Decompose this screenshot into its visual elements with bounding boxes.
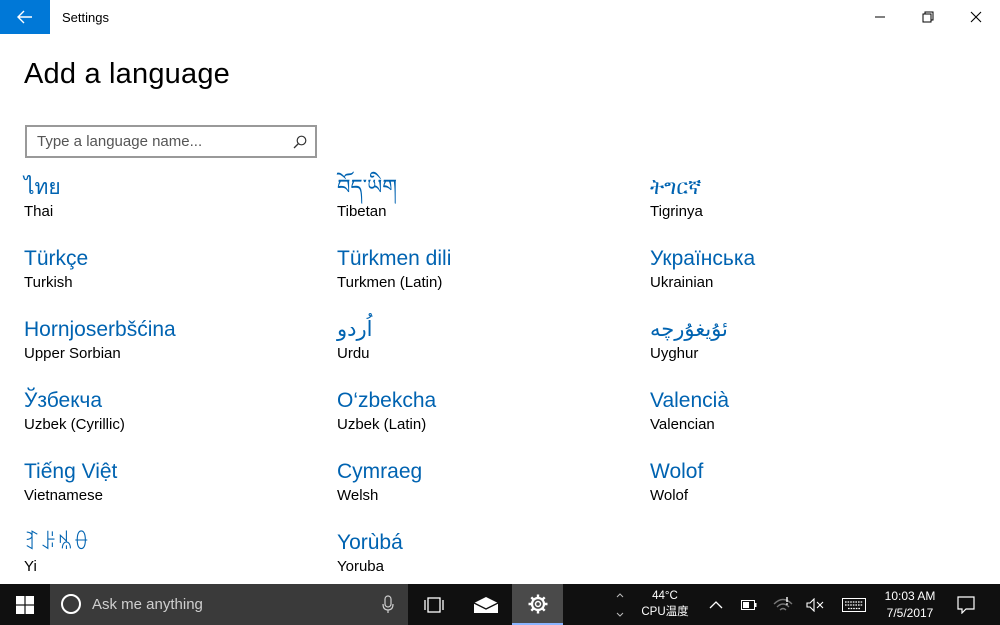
cpu-temperature-widget[interactable]: 44°C CPU温度 — [630, 588, 700, 620]
show-hidden-icons-button[interactable] — [703, 584, 729, 625]
minimize-icon — [875, 16, 885, 18]
language-native-name: Wolof — [650, 460, 704, 483]
language-english-name: Welsh — [337, 487, 379, 504]
cortana-placeholder: Ask me anything — [92, 596, 203, 613]
language-item[interactable]: اُردو Urdu — [337, 313, 650, 384]
language-list: ไทย Thai བོད་ཡིག Tibetan ትግርኛ Tigrinya Türkçe T… — [24, 171, 984, 581]
language-search-input[interactable] — [37, 127, 287, 156]
language-native-name: ꆈꌠꁱꂷ — [24, 531, 90, 554]
back-arrow-icon — [17, 10, 32, 24]
windows-logo-icon — [16, 595, 34, 614]
language-english-name: Ukrainian — [650, 274, 714, 291]
language-english-name: Vietnamese — [24, 487, 103, 504]
language-native-name: Hornjoserbšćina — [24, 318, 176, 341]
language-english-name: Wolof — [650, 487, 689, 504]
touch-keyboard-button[interactable] — [838, 584, 870, 625]
wifi-icon — [773, 596, 793, 610]
action-center-button[interactable] — [950, 584, 982, 625]
volume-muted-icon — [806, 597, 824, 612]
language-native-name: Yorùbá — [337, 531, 403, 554]
language-native-name: ไทย — [24, 176, 61, 199]
search-icon[interactable] — [293, 135, 307, 149]
tray-scroll-arrows[interactable] — [615, 584, 625, 625]
clock-date: 7/5/2017 — [886, 606, 934, 620]
language-item[interactable]: བོད་ཡིག Tibetan — [337, 171, 650, 242]
window-title: Settings — [62, 10, 109, 25]
cpu-temperature-label: CPU温度 — [641, 606, 689, 618]
title-bar: Settings — [0, 0, 1000, 34]
clock-button[interactable]: 10:03 AM 7/5/2017 — [872, 588, 948, 622]
close-icon — [970, 11, 982, 23]
start-button[interactable] — [0, 584, 50, 625]
mail-app-button[interactable] — [460, 584, 511, 625]
chevron-up-down-icon — [616, 592, 624, 617]
language-english-name: Thai — [24, 203, 54, 220]
language-item[interactable]: Valencià Valencian — [650, 384, 963, 455]
taskbar: Ask me anything 44°C CPU温度 10:03 AM 7/5/… — [0, 584, 1000, 625]
chevron-up-icon — [709, 600, 723, 608]
language-item[interactable]: O‘zbekcha Uzbek (Latin) — [337, 384, 650, 455]
language-english-name: Upper Sorbian — [24, 345, 121, 362]
language-search-box[interactable] — [25, 125, 317, 158]
language-native-name: Türkmen dili — [337, 247, 452, 270]
gear-icon — [528, 594, 547, 613]
language-item[interactable]: Tiếng Việt Vietnamese — [24, 455, 337, 526]
task-view-button[interactable] — [408, 584, 459, 625]
mail-icon — [473, 596, 498, 613]
language-native-name: ትግርኛ — [650, 176, 702, 199]
language-native-name: Ўзбекча — [24, 389, 103, 412]
battery-button[interactable] — [736, 584, 762, 625]
language-item[interactable]: Cymraeg Welsh — [337, 455, 650, 526]
language-english-name: Yoruba — [337, 558, 384, 575]
battery-icon — [741, 599, 757, 610]
language-native-name: Valencià — [650, 389, 729, 412]
touch-keyboard-icon — [842, 597, 866, 612]
minimize-button[interactable] — [856, 0, 904, 34]
language-english-name: Valencian — [650, 416, 715, 433]
language-english-name: Tibetan — [337, 203, 387, 220]
language-native-name: Türkçe — [24, 247, 89, 270]
network-button[interactable] — [768, 584, 798, 625]
language-item[interactable]: Ўзбекча Uzbek (Cyrillic) — [24, 384, 337, 455]
language-item[interactable]: Hornjoserbšćina Upper Sorbian — [24, 313, 337, 384]
language-english-name: Uzbek (Latin) — [337, 416, 427, 433]
restore-icon — [922, 11, 934, 23]
language-native-name: Cymraeg — [337, 460, 423, 483]
cpu-temperature-value: 44°C — [652, 590, 678, 602]
language-item[interactable]: ትግርኛ Tigrinya — [650, 171, 963, 242]
task-view-icon — [423, 596, 444, 613]
language-english-name: Yi — [24, 558, 37, 575]
language-item[interactable]: ئۇيغۇرچە Uyghur — [650, 313, 963, 384]
language-english-name: Tigrinya — [650, 203, 703, 220]
close-button[interactable] — [952, 0, 1000, 34]
language-native-name: བོད་ཡིག — [337, 176, 398, 199]
microphone-icon[interactable] — [382, 595, 394, 614]
language-english-name: Turkish — [24, 274, 73, 291]
language-native-name: O‘zbekcha — [337, 389, 437, 412]
back-button[interactable] — [0, 0, 50, 34]
language-english-name: Turkmen (Latin) — [337, 274, 443, 291]
language-english-name: Urdu — [337, 345, 370, 362]
language-item[interactable]: Wolof Wolof — [650, 455, 963, 526]
action-center-icon — [957, 595, 975, 614]
language-english-name: Uzbek (Cyrillic) — [24, 416, 125, 433]
cortana-icon — [61, 594, 81, 614]
volume-button[interactable] — [802, 584, 828, 625]
clock-time: 10:03 AM — [884, 589, 936, 603]
page-title: Add a language — [24, 58, 230, 90]
cortana-search-box[interactable]: Ask me anything — [50, 584, 408, 625]
language-item[interactable]: ไทย Thai — [24, 171, 337, 242]
language-english-name: Uyghur — [650, 345, 699, 362]
language-native-name: ئۇيغۇرچە — [650, 318, 728, 341]
language-native-name: Українська — [650, 247, 756, 270]
language-item[interactable]: Türkçe Turkish — [24, 242, 337, 313]
language-native-name: Tiếng Việt — [24, 460, 118, 483]
language-item[interactable]: Türkmen dili Turkmen (Latin) — [337, 242, 650, 313]
language-item[interactable]: Українська Ukrainian — [650, 242, 963, 313]
language-native-name: اُردو — [337, 318, 373, 341]
restore-button[interactable] — [904, 0, 952, 34]
settings-app-button[interactable] — [512, 584, 563, 625]
